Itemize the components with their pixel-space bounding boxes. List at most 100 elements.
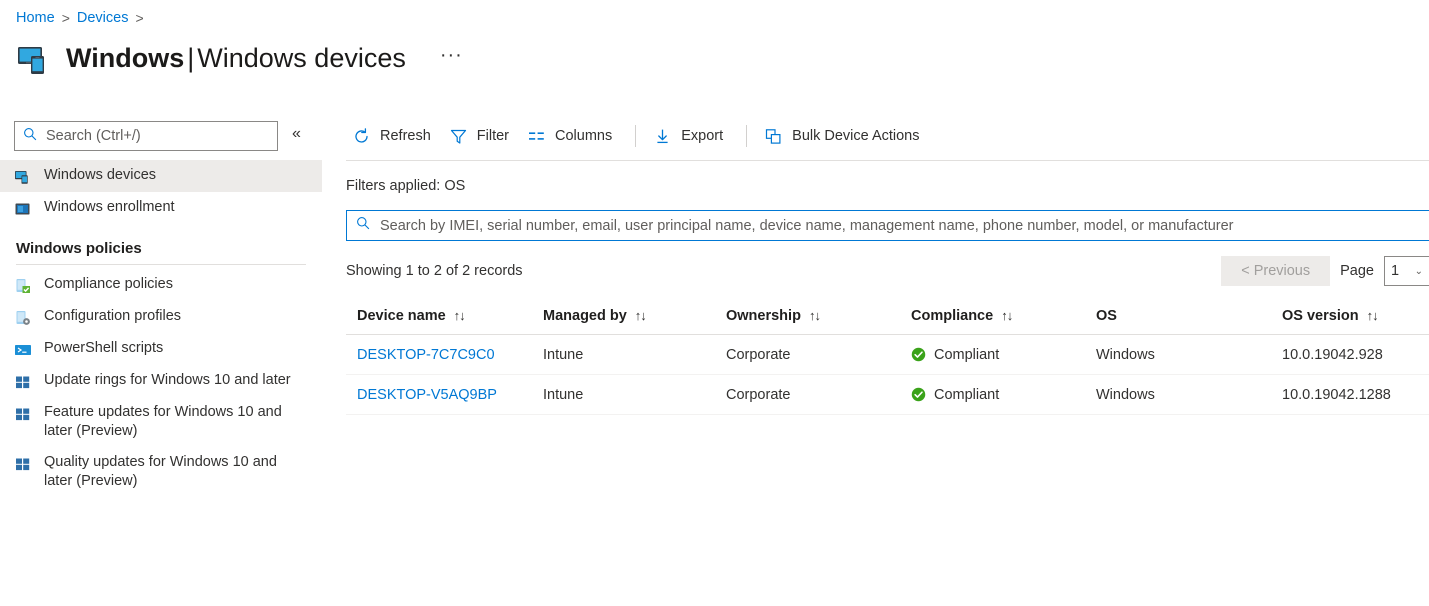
compliance-status-label: Compliant <box>934 346 1000 363</box>
columns-label: Columns <box>555 128 613 144</box>
search-input[interactable] <box>44 127 269 145</box>
chevron-double-left-icon[interactable]: « <box>292 126 301 142</box>
page-label: Page <box>1340 263 1374 279</box>
table-header-row: Device name ↑↓ Managed by ↑↓ Ownership ↑… <box>346 297 1429 335</box>
filter-button[interactable]: Filter <box>443 119 521 153</box>
device-check-icon <box>14 277 32 295</box>
device-name-link[interactable]: DESKTOP-7C7C9C0 <box>357 347 495 363</box>
sidebar-item-label: Quality updates for Windows 10 and later… <box>44 454 277 489</box>
page-number-value: 1 <box>1391 263 1400 279</box>
page-title: Windows | Windows devices <box>66 43 406 74</box>
column-header-label: Ownership <box>726 307 801 324</box>
windows-logo-icon <box>14 455 32 473</box>
table-search-input[interactable] <box>378 216 1420 235</box>
breadcrumb-item-devices[interactable]: Devices <box>77 10 129 26</box>
filter-icon <box>449 127 468 146</box>
sidebar-item-powershell-scripts[interactable]: PowerShell scripts <box>0 333 322 365</box>
column-header-label: OS version <box>1282 307 1359 324</box>
page-title-separator: | <box>187 43 195 74</box>
more-options-button[interactable]: ··· <box>440 44 463 67</box>
sidebar-item-feature-updates[interactable]: Feature updates for Windows 10 and later… <box>0 397 322 447</box>
sidebar-item-label: Feature updates for Windows 10 and later… <box>44 404 282 439</box>
windows-logo-icon <box>14 405 32 423</box>
column-header-managed-by[interactable]: Managed by ↑↓ <box>543 308 726 324</box>
page-number-select[interactable]: 1 ⌄ <box>1384 256 1429 286</box>
pagination: < Previous Page 1 ⌄ <box>1221 256 1429 286</box>
device-gear-icon <box>14 309 32 327</box>
sidebar-item-label: Windows devices <box>44 167 157 183</box>
cell-os: Windows <box>1096 346 1155 363</box>
refresh-label: Refresh <box>380 128 431 144</box>
devices-table: Device name ↑↓ Managed by ↑↓ Ownership ↑… <box>346 297 1429 415</box>
column-header-label: Managed by <box>543 307 627 324</box>
refresh-icon <box>352 127 371 146</box>
windows-devices-icon <box>14 168 32 186</box>
cell-compliance: Compliant <box>911 387 1096 403</box>
cell-ownership: Corporate <box>726 346 791 363</box>
previous-page-button[interactable]: < Previous <box>1221 256 1331 286</box>
breadcrumb-item-home[interactable]: Home <box>16 10 55 26</box>
table-search-box[interactable] <box>346 210 1429 241</box>
cell-ownership: Corporate <box>726 386 791 403</box>
column-header-compliance[interactable]: Compliance ↑↓ <box>911 308 1096 324</box>
filter-label: Filter <box>476 128 510 144</box>
column-header-device-name[interactable]: Device name ↑↓ <box>346 308 543 324</box>
records-count-text: Showing 1 to 2 of 2 records <box>346 263 523 279</box>
sidebar-item-label: Windows enrollment <box>44 199 175 215</box>
column-header-label: Device name <box>357 307 446 324</box>
sort-icon: ↑↓ <box>634 308 647 323</box>
intune-windows-devices-page: Home > Devices > Windows | Windows devices… <box>0 0 1429 606</box>
page-title-primary: Windows <box>66 43 185 74</box>
compliant-check-icon <box>911 387 926 402</box>
cell-managed-by: Intune <box>543 386 584 403</box>
sidebar: « Windows devices <box>0 112 330 606</box>
compliance-status-label: Compliant <box>934 386 1000 403</box>
records-and-pager: Showing 1 to 2 of 2 records < Previous P… <box>346 255 1429 287</box>
breadcrumb-separator-icon: > <box>61 10 70 26</box>
search-icon <box>356 216 370 235</box>
refresh-button[interactable]: Refresh <box>346 119 443 153</box>
sidebar-item-windows-devices[interactable]: Windows devices <box>0 160 322 192</box>
table-body: DESKTOP-7C7C9C0 Intune Corporate Complia… <box>346 335 1429 415</box>
sidebar-item-label: Configuration profiles <box>44 308 182 324</box>
sidebar-search[interactable] <box>14 121 278 151</box>
table-row[interactable]: DESKTOP-V5AQ9BP Intune Corporate Complia… <box>346 375 1429 415</box>
sidebar-item-compliance-policies[interactable]: Compliance policies <box>0 269 322 301</box>
sidebar-divider <box>16 264 306 265</box>
filters-applied-text: Filters applied: OS <box>346 178 466 194</box>
table-row[interactable]: DESKTOP-7C7C9C0 Intune Corporate Complia… <box>346 335 1429 375</box>
page-title-secondary: Windows devices <box>197 43 406 74</box>
sidebar-item-windows-enrollment[interactable]: Windows enrollment <box>0 192 322 224</box>
toolbar-divider <box>346 160 1429 161</box>
sidebar-item-configuration-profiles[interactable]: Configuration profiles <box>0 301 322 333</box>
compliant-check-icon <box>911 347 926 362</box>
breadcrumb: Home > Devices > <box>16 10 144 26</box>
sidebar-item-quality-updates[interactable]: Quality updates for Windows 10 and later… <box>0 447 322 497</box>
cell-os-version: 10.0.19042.928 <box>1282 346 1383 363</box>
cell-os: Windows <box>1096 386 1155 403</box>
toolbar-separator <box>635 125 637 147</box>
sidebar-item-update-rings[interactable]: Update rings for Windows 10 and later <box>0 365 322 397</box>
sort-icon: ↑↓ <box>1001 308 1013 323</box>
column-header-ownership[interactable]: Ownership ↑↓ <box>726 308 911 324</box>
columns-button[interactable]: Columns <box>521 119 624 153</box>
toolbar-separator <box>746 125 748 147</box>
windows-devices-icon <box>16 40 54 78</box>
sidebar-section-title: Windows policies <box>16 240 142 257</box>
sidebar-item-label: PowerShell scripts <box>44 340 164 356</box>
sidebar-nav-list: Windows devices Windows enrollment Windo… <box>0 160 330 497</box>
export-button[interactable]: Export <box>647 119 735 153</box>
search-icon <box>23 127 37 146</box>
cell-os-version: 10.0.19042.1288 <box>1282 386 1391 403</box>
column-header-label: OS <box>1096 307 1117 324</box>
device-name-link[interactable]: DESKTOP-V5AQ9BP <box>357 387 497 403</box>
sort-icon: ↑↓ <box>1366 308 1379 323</box>
column-header-os-version[interactable]: OS version ↑↓ <box>1282 308 1429 324</box>
bulk-device-actions-button[interactable]: Bulk Device Actions <box>758 119 931 153</box>
export-label: Export <box>681 128 724 144</box>
page-title-row: Windows | Windows devices ··· <box>16 40 463 78</box>
sidebar-item-label: Update rings for Windows 10 and later <box>44 372 291 388</box>
main-content: Refresh Filter Columns Export Bulk Devic… <box>345 112 1429 606</box>
columns-icon <box>527 127 546 146</box>
column-header-os[interactable]: OS <box>1096 308 1282 324</box>
